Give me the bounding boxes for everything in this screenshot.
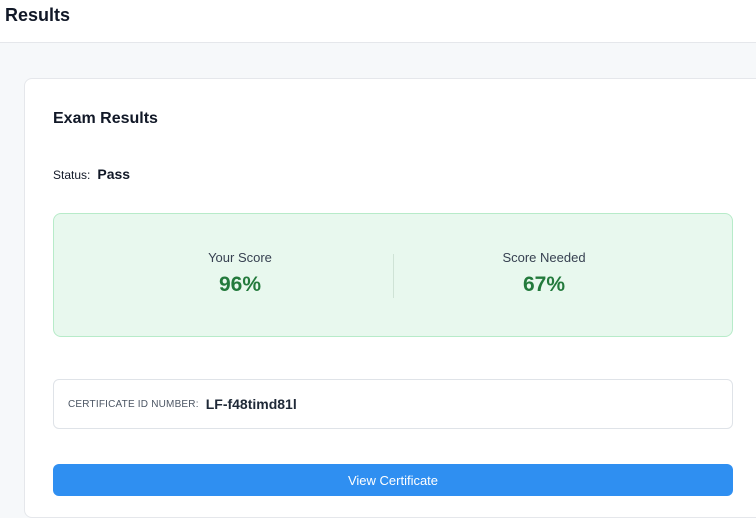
score-needed-value: 67%: [522, 273, 566, 296]
score-divider: [393, 254, 394, 298]
status-value: Pass: [97, 166, 131, 182]
score-needed-block: Score Needed 67%: [444, 250, 644, 297]
score-panel: Your Score 96% Score Needed 67%: [53, 213, 733, 337]
view-certificate-button[interactable]: View Certificate: [53, 464, 733, 496]
status-label: Status:: [53, 168, 91, 182]
certificate-id-label: CERTIFICATE ID NUMBER:: [68, 398, 199, 410]
exam-results-card: Exam Results Status: Pass Your Score 96%…: [24, 78, 756, 518]
card-title: Exam Results: [53, 110, 158, 127]
your-score-block: Your Score 96%: [140, 250, 340, 297]
certificate-id-value: LF-f48timd81l: [205, 396, 297, 412]
your-score-label: Your Score: [208, 250, 272, 265]
status-row: Status: Pass: [53, 166, 130, 182]
certificate-id-box: CERTIFICATE ID NUMBER: LF-f48timd81l: [53, 379, 733, 429]
score-needed-label: Score Needed: [502, 250, 586, 265]
your-score-value: 96%: [218, 273, 262, 296]
top-bar: Results: [0, 0, 756, 43]
page-title: Results: [5, 5, 71, 25]
